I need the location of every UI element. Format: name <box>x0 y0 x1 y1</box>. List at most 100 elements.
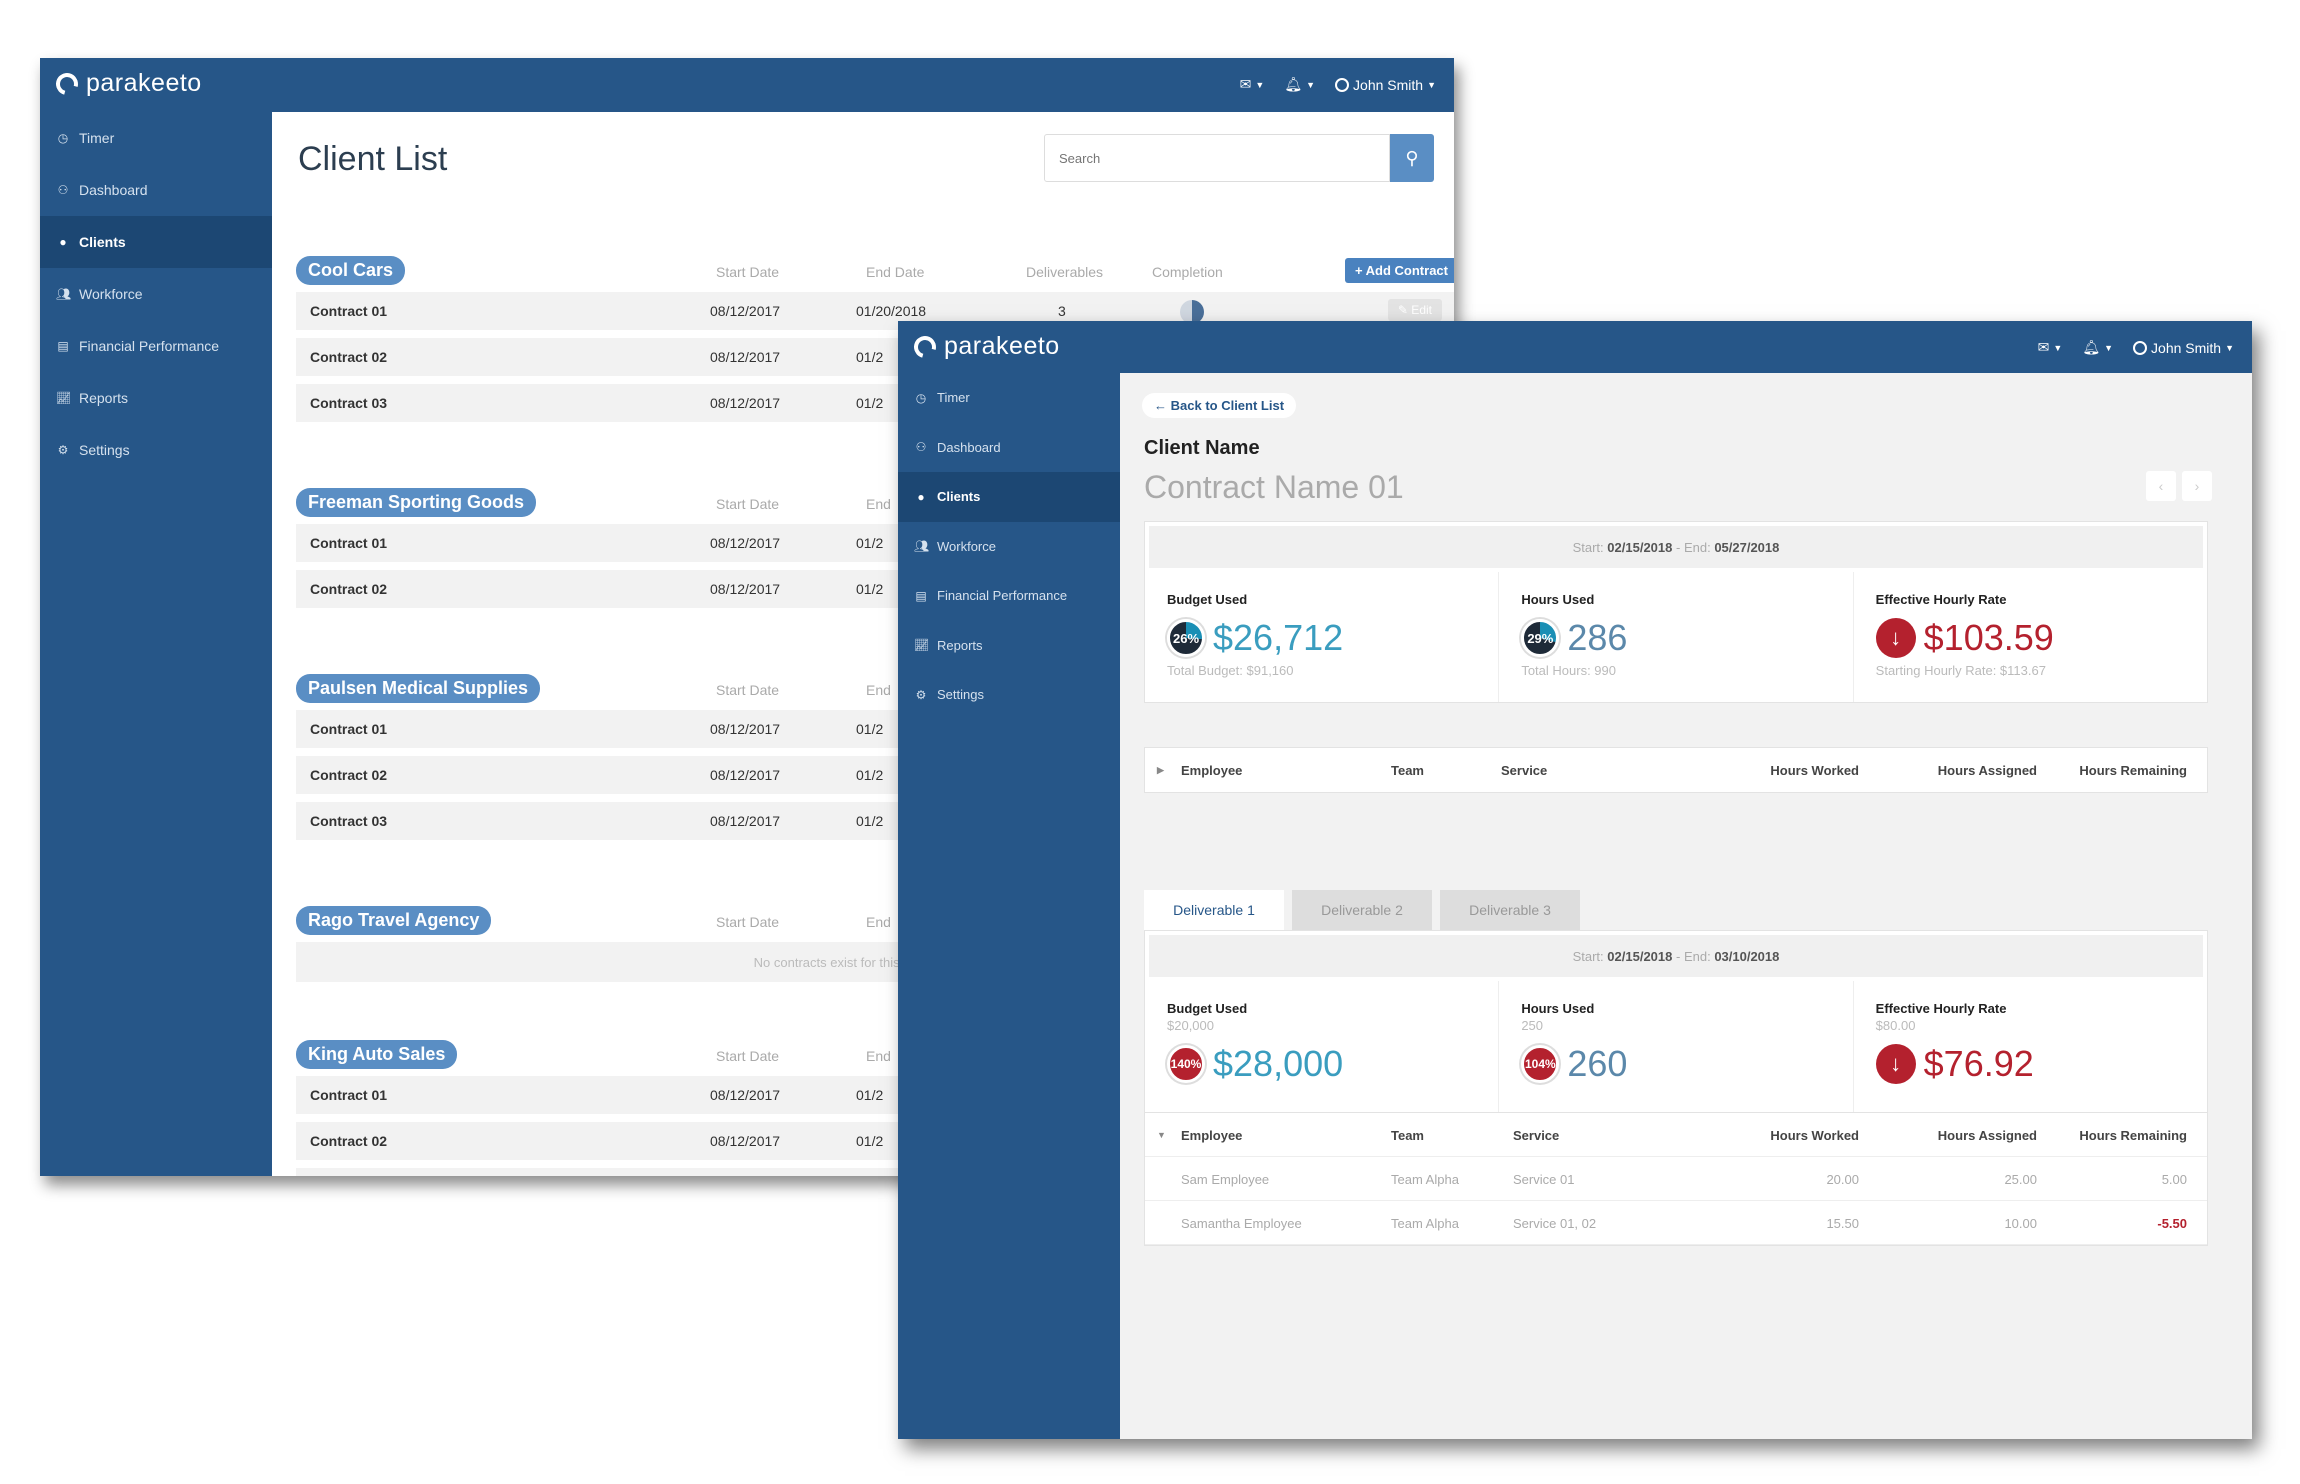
sidebar-item-workforce[interactable]: 👥︎ Workforce <box>40 268 272 320</box>
end-date: 01/2 <box>856 395 884 411</box>
sidebar-item-label: Dashboard <box>937 439 1001 455</box>
notifications-menu[interactable]: 🔔︎ ▼ <box>1284 76 1315 93</box>
brand-name: parakeeto <box>944 332 1060 360</box>
sidebar-item-timer[interactable]: ◷ Timer <box>898 373 1120 423</box>
search-box: ⚲ <box>1044 134 1434 182</box>
end-date: 05/27/2018 <box>1714 539 1780 555</box>
client-name-pill[interactable]: King Auto Sales <box>296 1040 458 1069</box>
sidebar-item-label: Clients <box>79 234 126 250</box>
column-header-team[interactable]: Team <box>1391 1128 1424 1143</box>
deliverable-employee-table: ▼ Employee Team Service Hours Worked Hours As… <box>1144 1112 2208 1246</box>
client-name-pill[interactable]: Freeman Sporting Goods <box>296 488 537 517</box>
column-header-team[interactable]: Team <box>1391 763 1424 778</box>
caret-down-icon: ▼ <box>2225 342 2234 353</box>
search-button[interactable]: ⚲ <box>1390 134 1434 182</box>
caret-down-icon: ▼ <box>1427 79 1436 90</box>
user-menu[interactable]: John Smith ▼ <box>1335 77 1436 93</box>
sidebar-item-settings[interactable]: ⚙ Settings <box>898 670 1120 720</box>
back-to-client-list-button[interactable]: ← Back to Client List <box>1142 393 1297 418</box>
sidebar-item-label: Workforce <box>79 286 143 302</box>
mail-menu[interactable]: ✉ ▼ <box>2038 339 2063 356</box>
add-contract-button[interactable]: + Add Contract <box>1344 258 1454 283</box>
table-row[interactable]: Sam Employee Team Alpha Service 01 20.00 25.… <box>1145 1157 2207 1201</box>
client-name-pill[interactable]: Rago Travel Agency <box>296 906 492 935</box>
sidebar-item-financial-performance[interactable]: ▤ Financial Performance <box>898 571 1120 621</box>
sidebar-item-workforce[interactable]: 👥︎ Workforce <box>898 522 1120 572</box>
start-date: 02/15/2018 <box>1607 539 1673 555</box>
start-date: 08/12/2017 <box>710 1133 781 1149</box>
sidebar-item-reports[interactable]: 📈︎ Reports <box>898 621 1120 671</box>
tab-deliverable-1[interactable]: Deliverable 1 <box>1144 890 1284 930</box>
table-header[interactable]: ▼ Employee Team Service Hours Worked Hours As… <box>1145 1113 2207 1157</box>
sidebar-item-label: Timer <box>79 130 115 146</box>
sidebar-item-settings[interactable]: ⚙ Settings <box>40 424 272 476</box>
contract-employee-table: ▶ Employee Team Service Hours Worked Hours As… <box>1144 747 2208 793</box>
cell-team: Team Alpha <box>1391 1216 1459 1231</box>
logo[interactable]: parakeeto <box>909 331 1060 362</box>
stat-value: 286 <box>1567 617 1628 658</box>
budget-used-stat: Budget Used 26% $26,712 Total Budget: $91… <box>1145 572 1500 702</box>
column-header-service[interactable]: Service <box>1501 763 1547 778</box>
cell-employee: Samantha Employee <box>1181 1216 1302 1231</box>
user-icon: ● <box>59 235 67 249</box>
notifications-menu[interactable]: 🔔︎ ▼ <box>2082 339 2113 356</box>
caret-down-icon: ▼ <box>2053 342 2063 353</box>
stat-label: Budget Used <box>1167 1001 1248 1016</box>
column-header-hours-assigned[interactable]: Hours Assigned <box>1938 763 2037 778</box>
sidebar-item-reports[interactable]: 📈︎ Reports <box>40 372 272 424</box>
percent-badge: 104% <box>1521 1045 1560 1083</box>
percent-badge: 29% <box>1521 619 1560 657</box>
column-header-employee[interactable]: Employee <box>1181 763 1242 778</box>
edit-button[interactable]: ✎ Edit <box>1387 299 1442 321</box>
client-name-pill[interactable]: Paulsen Medical Supplies <box>296 674 541 703</box>
search-input[interactable] <box>1044 134 1390 182</box>
next-contract-button[interactable]: › <box>2182 471 2212 501</box>
column-header-hours-worked[interactable]: Hours Worked <box>1770 763 1859 778</box>
sidebar-item-label: Settings <box>937 687 984 703</box>
top-bar: parakeeto ✉ ▼ 🔔︎ ▼ John Smith ▼ <box>40 58 1454 112</box>
logo[interactable]: parakeeto <box>51 68 202 99</box>
stat-footnote: Total Hours: 990 <box>1521 663 1616 678</box>
column-header-hours-assigned[interactable]: Hours Assigned <box>1938 1128 2037 1143</box>
sidebar-item-clients[interactable]: ● Clients <box>40 216 272 268</box>
mail-icon: ✉ <box>1239 76 1252 92</box>
table-row[interactable]: Samantha Employee Team Alpha Service 01, 0… <box>1145 1201 2207 1245</box>
cell-worked: 20.00 <box>1826 1172 1859 1187</box>
arrow-down-icon: ↓ <box>1875 618 1916 658</box>
deliverable-date-range: Start: 02/15/2018 - End: 03/10/2018 <box>1149 935 2203 977</box>
mail-menu[interactable]: ✉ ▼ <box>1240 76 1265 93</box>
caret-down-icon: ▼ <box>2104 342 2114 353</box>
sidebar-item-dashboard[interactable]: ⚇ Dashboard <box>40 164 272 216</box>
client-name-pill[interactable]: Cool Cars <box>296 256 406 285</box>
column-header-hours-remaining[interactable]: Hours Remaining <box>2079 763 2187 778</box>
sidebar-item-financial-performance[interactable]: ▤ Financial Performance <box>40 320 272 372</box>
stat-label: Hours Used <box>1521 592 1595 607</box>
stat-value: $28,000 <box>1213 1043 1344 1084</box>
column-header-employee[interactable]: Employee <box>1181 1128 1242 1143</box>
start-label: Start: <box>1572 539 1604 555</box>
reports-icon: 📈︎ <box>56 391 72 405</box>
reports-icon: 📈︎ <box>914 638 930 653</box>
table-header[interactable]: ▶ Employee Team Service Hours Worked Hours As… <box>1145 748 2207 792</box>
column-header-hours-remaining[interactable]: Hours Remaining <box>2079 1128 2187 1143</box>
tab-deliverable-3[interactable]: Deliverable 3 <box>1440 890 1580 930</box>
end-date: 01/2 <box>856 1133 884 1149</box>
column-header-hours-worked[interactable]: Hours Worked <box>1770 1128 1859 1143</box>
column-header-service[interactable]: Service <box>1513 1128 1559 1143</box>
collapse-caret-icon[interactable]: ▼ <box>1157 1130 1166 1140</box>
search-icon: ⚲ <box>1405 147 1419 168</box>
contract-name: Contract 03 <box>310 395 388 411</box>
tab-deliverable-2[interactable]: Deliverable 2 <box>1292 890 1432 930</box>
sidebar-item-clients[interactable]: ● Clients <box>898 472 1120 522</box>
stat-label: Hours Used <box>1521 1001 1595 1016</box>
user-menu[interactable]: John Smith ▼ <box>2133 340 2234 356</box>
previous-contract-button[interactable]: ‹ <box>2146 471 2176 501</box>
cell-assigned: 10.00 <box>2004 1216 2037 1231</box>
start-date: 08/12/2017 <box>710 1087 781 1103</box>
client-header: Cool Cars Start Date End Date Deliverables C… <box>296 252 1454 292</box>
expand-caret-icon[interactable]: ▶ <box>1157 765 1164 776</box>
stat-value: 260 <box>1567 1043 1628 1084</box>
sidebar-item-timer[interactable]: ◷ Timer <box>40 112 272 164</box>
deliverables-count: 3 <box>1058 303 1066 319</box>
sidebar-item-dashboard[interactable]: ⚇ Dashboard <box>898 423 1120 473</box>
